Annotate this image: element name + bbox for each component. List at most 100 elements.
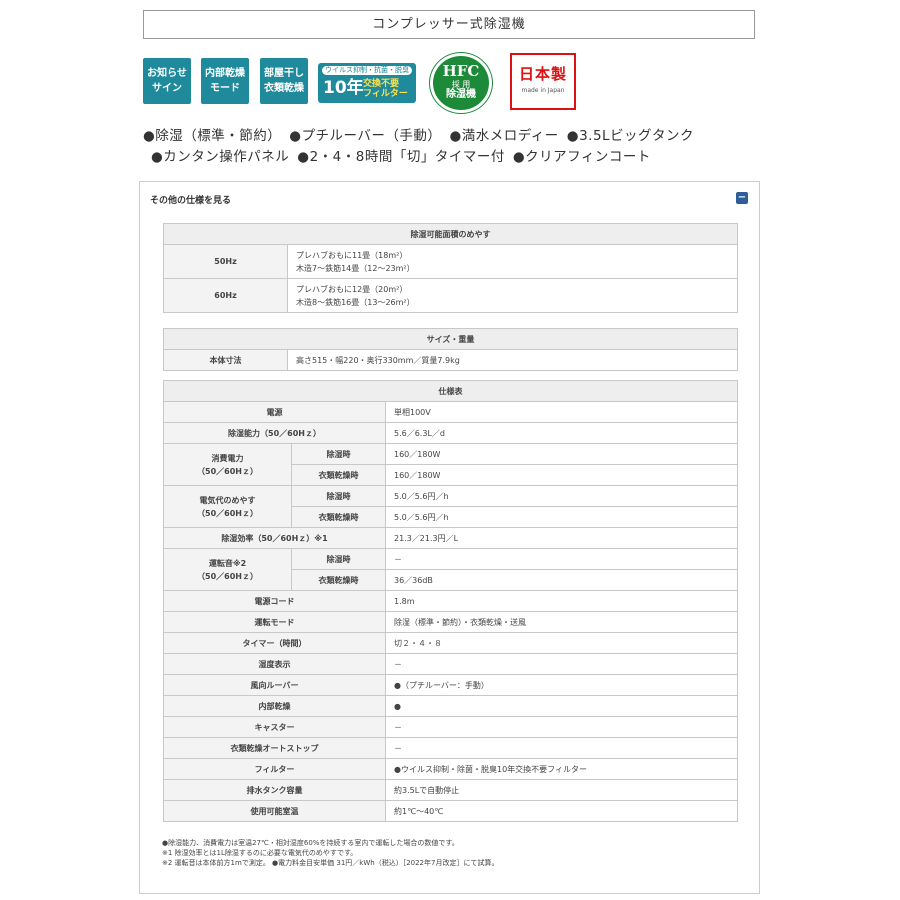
spec-label-line: （50／60Hｚ） [197,571,258,581]
spec-value: 5.0／5.6円／h [385,506,738,528]
spec-label: 電源コード [163,590,386,612]
badge-text: サイン [152,83,182,94]
area-row-value: プレハブおもに11畳（18m²） 木造7～鉄筋14畳（12～23m²） [287,244,738,279]
spec-value: 160／180W [385,443,738,465]
area-line: 木造7～鉄筋14畳（12～23m²） [296,263,415,273]
collapse-icon[interactable]: − [736,192,748,204]
spec-value: ●ウイルス抑制・除菌・脱臭10年交換不要フィルター [385,758,738,780]
spec-label-line: 消費電力 [211,453,244,463]
spec-label: 除湿効率（50／60Hｚ）※1 [163,527,386,549]
spec-label-line: （50／60Hｚ） [197,508,258,518]
made-in-japan-badge: 日本製 made in Japan [510,53,576,110]
feature-item: カンタン操作パネル [151,149,289,165]
spec-value: 約3.5Lで自動停止 [385,779,738,801]
spec-value: 約1℃～40℃ [385,800,738,822]
spec-value: 5.0／5.6円／h [385,485,738,507]
badge-text: 部屋干し [264,68,304,79]
feature-list: 除湿（標準・節約） プチルーバー（手動） 満水メロディー 3.5Lビッグタンク カンタ… [143,126,763,168]
feature-item: 3.5Lビッグタンク [567,128,694,144]
spec-value: ● [385,695,738,717]
japan-badge-text: 日本製 [518,65,567,83]
spec-sublabel: 除湿時 [291,548,386,570]
spec-label: フィルター [163,758,386,780]
spec-label: 湿度表示 [163,653,386,675]
hfc-badge: HFC 採 用 除湿機 [430,53,492,113]
size-table-header: サイズ・重量 [163,328,738,350]
feature-item: 満水メロディー [449,128,558,144]
feature-item: 2・4・8時間「切」タイマー付 [297,149,505,165]
hfc-bottom-text: 除湿機 [446,89,476,100]
badge-text: モード [210,83,240,94]
spec-value: － [385,716,738,738]
spec-value: － [385,548,738,570]
area-row-label: 60Hz [163,278,288,313]
spec-value: ●（プチルーバー：手動） [385,674,738,696]
filter-badge-line: 交換不要 [363,79,400,89]
spec-label: 電源 [163,401,386,423]
size-value: 高さ515・幅220・奥行330mm／質量7.9kg [287,349,738,371]
filter-badge-top: ウイルス抑制・抗菌・脱臭 [322,66,412,75]
spec-label: 除湿能力（50／60Hｚ） [163,422,386,444]
area-line: 木造8～鉄筋16畳（13～26m²） [296,297,415,307]
spec-label: 内部乾燥 [163,695,386,717]
spec-sublabel: 衣類乾燥時 [291,506,386,528]
spec-label: タイマー（時間） [163,632,386,654]
feature-item: クリアフィンコート [513,149,651,165]
spec-label-line: 電気代のめやす [199,495,256,505]
spec-value: 除湿（標準・節約）・衣類乾燥・送風 [385,611,738,633]
size-table: サイズ・重量 本体寸法 高さ515・幅220・奥行330mm／質量7.9kg [163,328,738,371]
badge-text: お知らせ [147,68,187,79]
feature-item: 除湿（標準・節約） [143,128,281,144]
spec-label: 使用可能室温 [163,800,386,822]
spec-value: 21.3／21.3円／L [385,527,738,549]
area-line: プレハブおもに12畳（20m²） [296,284,408,294]
room-drying-badge: 部屋干し 衣類乾燥 [260,58,308,104]
filter-10year-badge: ウイルス抑制・抗菌・脱臭 10年 交換不要 フィルター [318,63,416,103]
notice-sign-badge: お知らせ サイン [143,58,191,104]
spec-value: 160／180W [385,464,738,486]
spec-value: 5.6／6.3L／d [385,422,738,444]
footnote: ※2 運転音は本体前方1mで測定。 ●電力料金目安単価 31円／kWh（税込）［… [162,859,499,867]
badge-text: 衣類乾燥 [264,83,304,94]
hfc-logo-text: HFC [442,62,480,80]
filter-badge-years: 10年 [323,78,364,98]
spec-label-line: 運転音※2 [208,558,247,568]
spec-panel: その他の仕様を見る − 除湿可能面積のめやす 50Hz プレハブおもに11畳（1… [139,181,760,894]
spec-value: － [385,737,738,759]
hfc-small-text: 採 用 [451,80,471,89]
japan-badge-subtext: made in Japan [521,87,565,94]
area-table: 除湿可能面積のめやす 50Hz プレハブおもに11畳（18m²） 木造7～鉄筋1… [163,223,738,313]
spec-value: 切２・４・８ [385,632,738,654]
spec-label: キャスター [163,716,386,738]
badge-text: 内部乾燥 [205,68,245,79]
spec-sublabel: 衣類乾燥時 [291,464,386,486]
spec-label: 衣類乾燥オートストップ [163,737,386,759]
footnotes: ●除湿能力、消費電力は室温27℃・相対湿度60%を持続する室内で運転した場合の数… [162,838,762,868]
spec-toggle-label[interactable]: その他の仕様を見る [150,193,231,206]
spec-label: 運転音※2 （50／60Hｚ） [163,548,292,591]
feature-item: プチルーバー（手動） [289,128,441,144]
spec-sublabel: 衣類乾燥時 [291,569,386,591]
spec-table: 仕様表 電源 単相100V 除湿能力（50／60Hｚ） 5.6／6.3L／d 消… [163,380,738,822]
filter-badge-line: フィルター [363,89,408,99]
spec-label: 消費電力 （50／60Hｚ） [163,443,292,486]
spec-sublabel: 除湿時 [291,443,386,465]
spec-label: 排水タンク容量 [163,779,386,801]
filter-badge-text: 交換不要 フィルター [363,79,408,99]
spec-value: － [385,653,738,675]
size-label: 本体寸法 [163,349,288,371]
area-row-label: 50Hz [163,244,288,279]
product-title: コンプレッサー式除湿機 [143,10,755,39]
spec-label: 電気代のめやす （50／60Hｚ） [163,485,292,528]
spec-label: 運転モード [163,611,386,633]
spec-sublabel: 除湿時 [291,485,386,507]
area-line: プレハブおもに11畳（18m²） [296,250,408,260]
footnote: ●除湿能力、消費電力は室温27℃・相対湿度60%を持続する室内で運転した場合の数… [162,839,459,847]
footnote: ※1 除湿効率とは1L除湿するのに必要な電気代のめやすです。 [162,849,358,857]
spec-value: 単相100V [385,401,738,423]
spec-value: 36／36dB [385,569,738,591]
area-table-header: 除湿可能面積のめやす [163,223,738,245]
area-row-value: プレハブおもに12畳（20m²） 木造8～鉄筋16畳（13～26m²） [287,278,738,313]
spec-label: 風向ルーバー [163,674,386,696]
internal-drying-badge: 内部乾燥 モード [201,58,249,104]
